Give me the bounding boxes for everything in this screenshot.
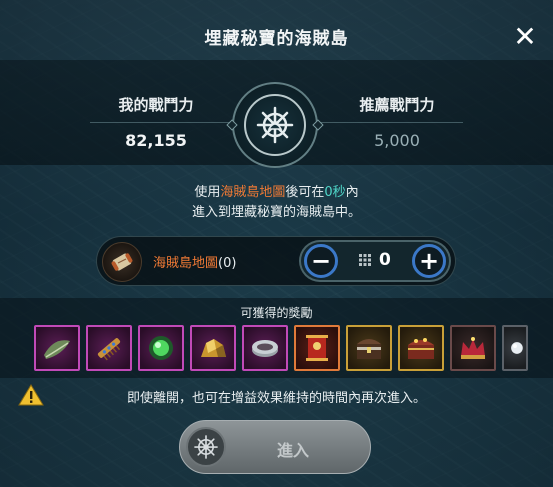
entry-info: 使用海賊島地圖後可在0秒內 進入到埋藏秘寶的海賊島中。 [191, 185, 361, 220]
chest-icon [357, 339, 381, 359]
warning-row: 即使離開，也可在增益效果維持的時間內再次進入。 [18, 384, 535, 406]
info-time: 0秒 [324, 185, 346, 200]
reward-slot[interactable] [138, 325, 184, 371]
dialog-title: 埋藏秘寶的海賊島 [204, 29, 349, 49]
plus-icon: + [418, 247, 440, 275]
increase-button[interactable]: + [412, 244, 446, 278]
reward-slot[interactable] [502, 325, 528, 371]
rewards-title: 可獲得的獎勵 [240, 306, 313, 320]
green-orb-icon [149, 336, 173, 360]
treasure-chest-icon [408, 338, 434, 359]
reward-slot[interactable] [294, 325, 340, 371]
reward-slot[interactable] [242, 325, 288, 371]
ticket-name: 海賊島地圖(0) [153, 256, 237, 271]
silver-ring-icon [252, 340, 278, 357]
comb-icon [97, 338, 121, 361]
ship-wheel-icon [256, 106, 294, 144]
reward-slot[interactable] [86, 325, 132, 371]
decrease-button[interactable]: − [304, 244, 338, 278]
scroll-map-icon [111, 253, 133, 271]
inventory-grid-icon [359, 254, 371, 266]
reward-slot[interactable] [190, 325, 236, 371]
pearl-icon [511, 342, 523, 354]
warning-text: 即使離開，也可在增益效果維持的時間內再次進入。 [126, 391, 426, 406]
ticket-selector: 海賊島地圖(0) − 0 + [96, 236, 456, 286]
close-button[interactable]: ✕ [511, 19, 539, 53]
info-item-name: 海賊島地圖 [220, 185, 286, 200]
my-power-value: 82,155 [125, 131, 187, 150]
my-power-label: 我的戰鬥力 [118, 96, 194, 114]
my-power: 我的戰鬥力 82,155 [76, 94, 236, 150]
close-icon: ✕ [513, 19, 537, 53]
rewards-list [34, 325, 528, 371]
ticket-item-slot[interactable] [102, 242, 142, 282]
enter-button[interactable]: 進入 [179, 420, 371, 474]
ticket-count: (0) [218, 256, 237, 271]
quantity-value: 0 [379, 250, 391, 270]
recommended-power-value: 5,000 [374, 131, 420, 150]
ship-wheel-icon [194, 435, 218, 459]
reward-slot[interactable] [34, 325, 80, 371]
quantity-stepper: − 0 + [299, 240, 451, 282]
reward-slot[interactable] [398, 325, 444, 371]
reward-slot[interactable] [346, 325, 392, 371]
dungeon-emblem [226, 82, 324, 168]
enter-label: 進入 [276, 441, 309, 460]
recommended-power-label: 推薦戰鬥力 [359, 96, 435, 114]
crown-icon [461, 337, 485, 359]
reward-slot[interactable] [450, 325, 496, 371]
leaf-bundle-icon [44, 340, 70, 359]
minus-icon: − [310, 247, 332, 275]
gold-ore-icon [201, 339, 226, 357]
recommended-power: 推薦戰鬥力 5,000 [317, 94, 477, 150]
red-scroll-icon [306, 335, 328, 361]
